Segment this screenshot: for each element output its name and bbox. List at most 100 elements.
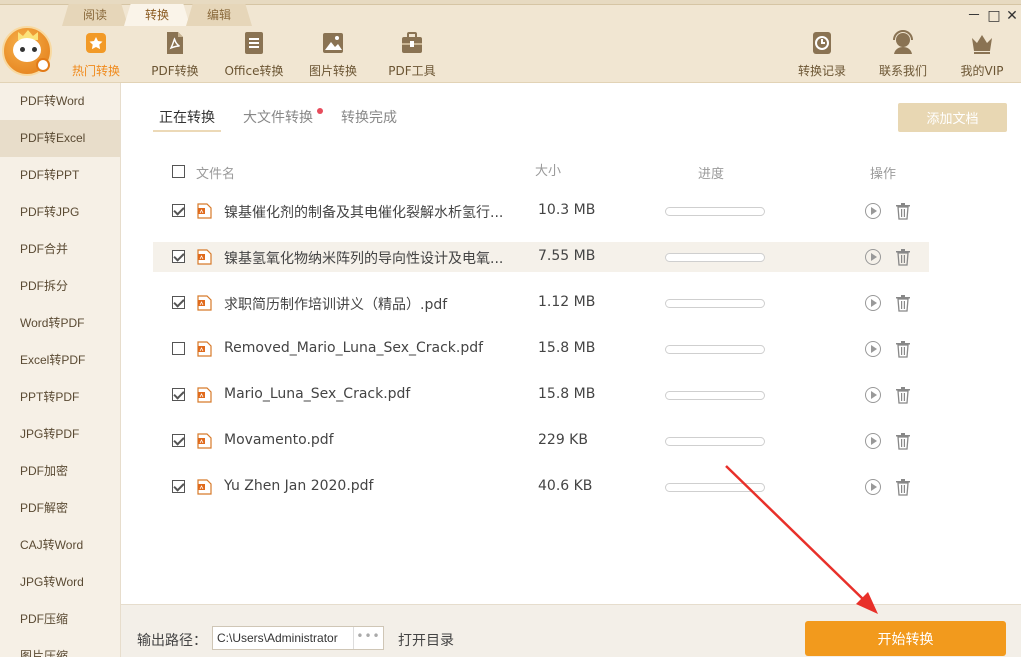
open-directory-link[interactable]: 打开目录	[398, 630, 454, 650]
table-row[interactable]: Removed_Mario_Luna_Sex_Crack.pdf 15.8 MB	[153, 334, 929, 364]
headset-icon	[893, 30, 913, 54]
pdf-file-icon	[197, 433, 212, 449]
toolbar-history[interactable]: 转换记录	[787, 30, 857, 80]
toolbar-vip[interactable]: 我的VIP	[947, 30, 1017, 80]
row-checkbox[interactable]	[172, 388, 185, 401]
output-path-label: 输出路径：	[137, 633, 207, 649]
row-checkbox[interactable]	[172, 204, 185, 217]
trash-icon[interactable]	[895, 202, 911, 220]
trash-icon[interactable]	[895, 386, 911, 404]
toolbar-pdf-convert[interactable]: PDF转换	[140, 30, 210, 80]
sidebar-item-pdf-to-word[interactable]: PDF转Word	[0, 83, 120, 120]
sidebar-item-jpg-to-word[interactable]: JPG转Word	[0, 564, 120, 601]
tab-converting[interactable]: 正在转换	[153, 104, 221, 132]
table-row[interactable]: 求职简历制作培训讲义（精品）.pdf 1.12 MB	[153, 288, 929, 318]
star-icon	[86, 33, 106, 53]
browse-button[interactable]: •••	[353, 627, 383, 649]
progress-bar	[665, 253, 765, 262]
toolbox-icon	[402, 32, 422, 53]
notification-dot	[317, 108, 323, 114]
app-logo	[2, 26, 52, 76]
add-document-button[interactable]: 添加文档	[898, 103, 1007, 132]
progress-bar	[665, 299, 765, 308]
close-icon[interactable]: ✕	[1004, 8, 1020, 24]
annotation-arrow-icon	[725, 465, 878, 614]
sidebar: PDF转Word PDF转Excel PDF转PPT PDF转JPG PDF合并…	[0, 83, 121, 657]
status-tabs: 正在转换 大文件转换 转换完成	[153, 104, 419, 132]
sidebar-item-pdf-split[interactable]: PDF拆分	[0, 268, 120, 305]
play-icon[interactable]	[865, 387, 881, 403]
start-convert-button[interactable]: 开始转换	[805, 621, 1006, 656]
trash-icon[interactable]	[895, 478, 911, 496]
toolbar-contact[interactable]: 联系我们	[868, 30, 938, 80]
pdf-file-icon	[197, 479, 212, 495]
progress-bar	[665, 437, 765, 446]
play-icon[interactable]	[865, 249, 881, 265]
tab-convert[interactable]: 转换	[124, 4, 190, 26]
trash-icon[interactable]	[895, 248, 911, 266]
select-all-checkbox[interactable]	[172, 165, 185, 178]
sidebar-item-pdf-encrypt[interactable]: PDF加密	[0, 453, 120, 490]
table-row[interactable]: 镍基催化剂的制备及其电催化裂解水析氢行... 10.3 MB	[153, 196, 929, 226]
file-size: 40.6 KB	[538, 478, 593, 494]
sidebar-item-pdf-merge[interactable]: PDF合并	[0, 231, 120, 268]
pdf-file-icon	[197, 249, 212, 265]
row-checkbox[interactable]	[172, 434, 185, 447]
progress-bar	[665, 391, 765, 400]
header-action: 操作	[870, 167, 897, 182]
sidebar-item-pdf-to-jpg[interactable]: PDF转JPG	[0, 194, 120, 231]
toolbar-pdf-tools[interactable]: PDF工具	[377, 30, 447, 80]
progress-bar	[665, 345, 765, 354]
output-path-input[interactable]	[213, 627, 353, 649]
sidebar-item-jpg-to-pdf[interactable]: JPG转PDF	[0, 416, 120, 453]
toolbar-hot-convert[interactable]: 热门转换	[61, 30, 131, 80]
document-icon	[245, 32, 263, 54]
minimize-icon[interactable]: －	[966, 8, 982, 24]
play-icon[interactable]	[865, 433, 881, 449]
trash-icon[interactable]	[895, 432, 911, 450]
sidebar-item-pdf-to-ppt[interactable]: PDF转PPT	[0, 157, 120, 194]
file-size: 1.12 MB	[538, 294, 596, 310]
file-name: 求职简历制作培训讲义（精品）.pdf	[224, 297, 448, 313]
row-checkbox[interactable]	[172, 480, 185, 493]
file-name: Mario_Luna_Sex_Crack.pdf	[224, 386, 411, 402]
toolbar-office-convert[interactable]: Office转换	[219, 30, 289, 80]
maximize-icon[interactable]: □	[986, 8, 1002, 24]
play-icon[interactable]	[865, 479, 881, 495]
table-row[interactable]: Movamento.pdf 229 KB	[153, 426, 929, 456]
toolbar-image-convert[interactable]: 图片转换	[298, 30, 368, 80]
table-row[interactable]: Yu Zhen Jan 2020.pdf 40.6 KB	[153, 472, 929, 502]
progress-bar	[665, 483, 765, 492]
header-progress: 进度	[698, 167, 725, 182]
pdf-file-icon	[197, 387, 212, 403]
sidebar-item-pdf-to-excel[interactable]: PDF转Excel	[0, 120, 120, 157]
crown-icon	[972, 35, 992, 54]
progress-bar	[665, 207, 765, 216]
trash-icon[interactable]	[895, 294, 911, 312]
sidebar-item-image-compress[interactable]: 图片压缩	[0, 638, 120, 657]
sidebar-item-excel-to-pdf[interactable]: Excel转PDF	[0, 342, 120, 379]
table-header: 文件名 大小 进度 操作	[153, 156, 929, 186]
row-checkbox[interactable]	[172, 342, 185, 355]
tab-read[interactable]: 阅读	[62, 4, 128, 26]
file-size: 15.8 MB	[538, 340, 596, 356]
row-checkbox[interactable]	[172, 296, 185, 309]
sidebar-item-pdf-compress[interactable]: PDF压缩	[0, 601, 120, 638]
file-name: Movamento.pdf	[224, 432, 334, 448]
row-checkbox[interactable]	[172, 250, 185, 263]
play-icon[interactable]	[865, 295, 881, 311]
sidebar-item-caj-to-word[interactable]: CAJ转Word	[0, 527, 120, 564]
tab-edit[interactable]: 编辑	[186, 4, 252, 26]
output-path-box: •••	[212, 626, 384, 650]
file-name: Yu Zhen Jan 2020.pdf	[224, 478, 374, 494]
trash-icon[interactable]	[895, 340, 911, 358]
sidebar-item-word-to-pdf[interactable]: Word转PDF	[0, 305, 120, 342]
table-row[interactable]: 镍基氢氧化物纳米阵列的导向性设计及电氧... 7.55 MB	[153, 242, 929, 272]
play-icon[interactable]	[865, 203, 881, 219]
play-icon[interactable]	[865, 341, 881, 357]
tab-completed[interactable]: 转换完成	[335, 104, 403, 132]
sidebar-item-ppt-to-pdf[interactable]: PPT转PDF	[0, 379, 120, 416]
tab-large-file[interactable]: 大文件转换	[237, 104, 323, 132]
sidebar-item-pdf-decrypt[interactable]: PDF解密	[0, 490, 120, 527]
table-row[interactable]: Mario_Luna_Sex_Crack.pdf 15.8 MB	[153, 380, 929, 410]
